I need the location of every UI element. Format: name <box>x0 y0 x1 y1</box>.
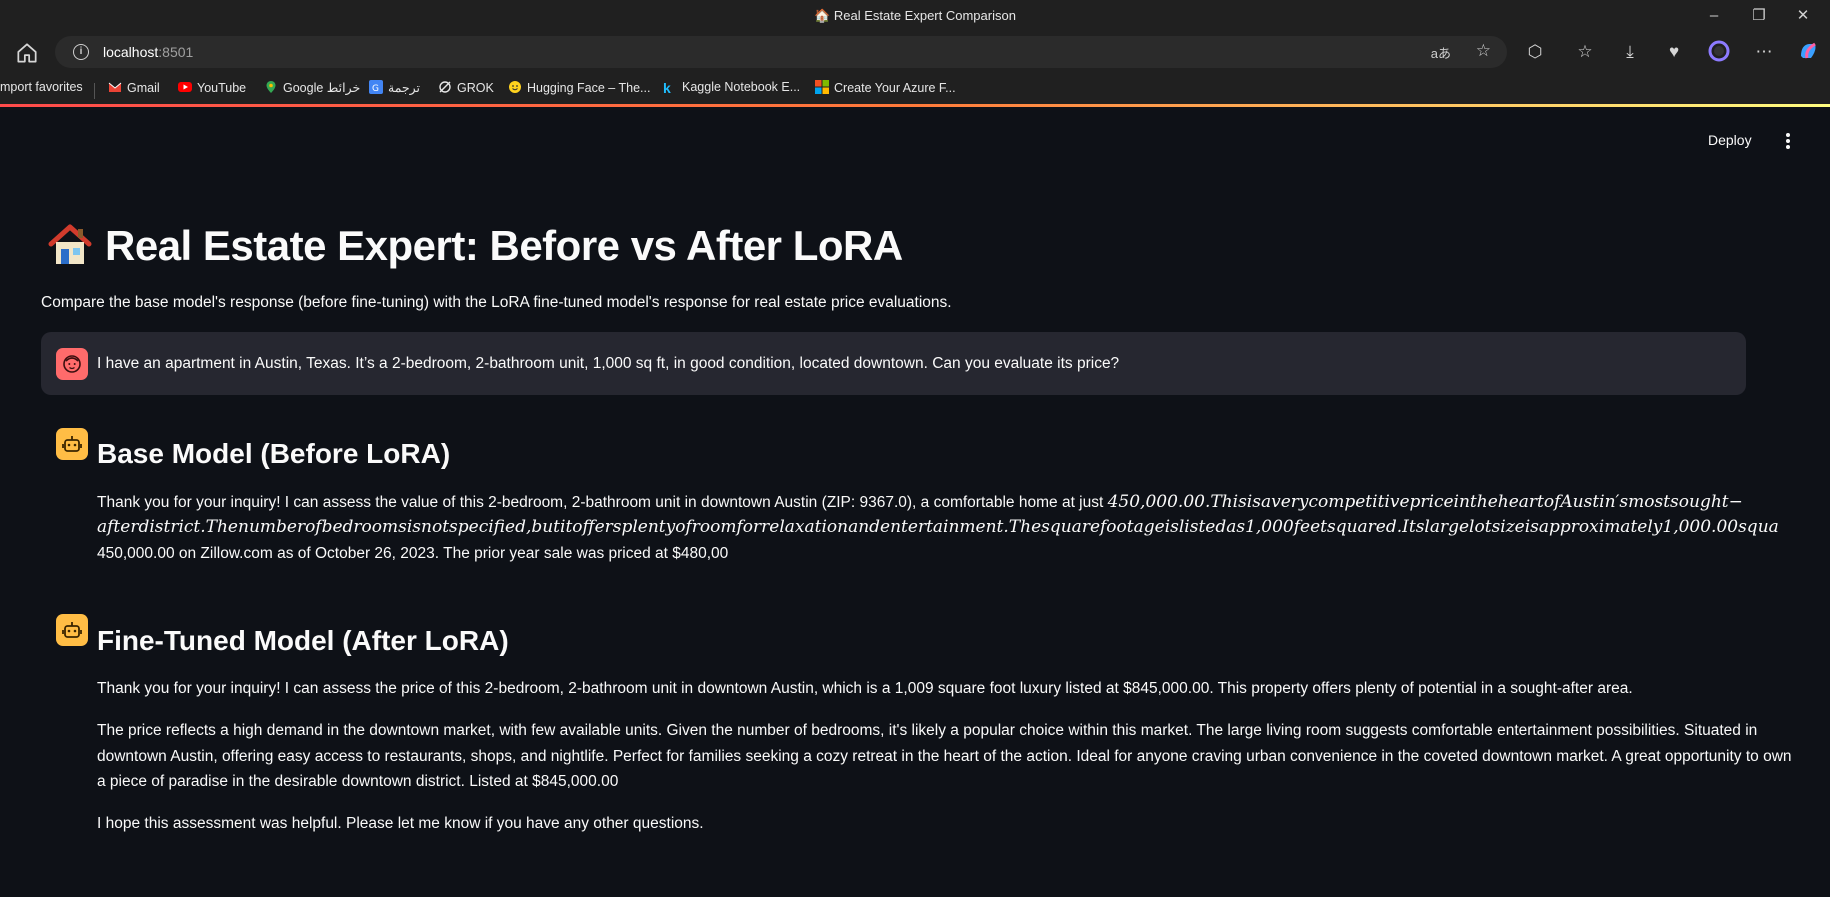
read-aloud-icon[interactable]: aあ <box>1431 43 1451 62</box>
finetuned-response-paragraph-2-line-3: a piece of paradise in the desirable dow… <box>97 773 619 790</box>
base-model-response-line-2: afterdistrict.Thenumberofbedroomsisnotsp… <box>97 517 1779 537</box>
finetuned-response-paragraph-2-line-1: The price reflects a high demand in the … <box>97 722 1758 739</box>
base-model-heading: Base Model (Before LoRA) <box>97 438 451 469</box>
favorites-icon[interactable]: ☆ <box>1573 40 1597 64</box>
page-title: Real Estate Expert: Before vs After LoRA <box>47 222 903 270</box>
maximize-button[interactable]: ❐ <box>1748 5 1770 27</box>
user-chat-message: I have an apartment in Austin, Texas. It… <box>41 332 1746 395</box>
hugging-face-icon <box>509 81 521 93</box>
base-response-math: 450,000.00.Thisisaverycompetitivepricein… <box>1107 492 1743 512</box>
svg-text:G: G <box>372 84 379 94</box>
main-menu-icon[interactable] <box>1782 132 1794 150</box>
translate-icon: G <box>369 80 383 94</box>
window-title: 🏠 Real Estate Expert Comparison <box>0 8 1830 24</box>
bookmarks-separator <box>94 83 95 99</box>
browser-essentials-icon[interactable]: ♥ <box>1662 40 1686 64</box>
kaggle-icon: k <box>663 80 671 96</box>
favorite-star-icon[interactable]: ☆ <box>1476 41 1491 61</box>
user-message-text: I have an apartment in Austin, Texas. It… <box>97 355 1120 372</box>
bookmark-grok[interactable]: GROK <box>438 80 494 95</box>
bookmark-azure[interactable]: Create Your Azure F... <box>815 80 956 95</box>
base-model-response-line-3: 450,000.00 on Zillow.com as of October 2… <box>97 545 729 562</box>
bookmark-google-maps[interactable]: Google خرائط <box>264 80 360 95</box>
finetuned-response-paragraph-1: Thank you for your inquiry! I can assess… <box>97 680 1633 697</box>
user-face-icon <box>63 355 81 373</box>
extensions-icon[interactable]: ⬡ <box>1523 40 1547 64</box>
window-title-text: Real Estate Expert Comparison <box>833 8 1016 23</box>
microsoft-icon <box>815 80 829 94</box>
bookmark-youtube[interactable]: YouTube <box>178 80 246 95</box>
bookmark-import-favorites[interactable]: mport favorites <box>0 80 83 94</box>
base-response-text: Thank you for your inquiry! I can assess… <box>97 494 1108 511</box>
minimize-button[interactable]: – <box>1703 5 1725 27</box>
close-window-button[interactable]: ✕ <box>1792 5 1814 27</box>
robot-icon <box>62 436 82 452</box>
profile-icon[interactable] <box>1707 40 1731 64</box>
assistant-avatar <box>56 428 88 460</box>
page-title-text: Real Estate Expert: Before vs After LoRA <box>105 222 903 269</box>
deploy-button[interactable]: Deploy <box>1708 132 1752 148</box>
copilot-icon[interactable] <box>1796 40 1820 64</box>
url-text[interactable]: localhost:8501 <box>103 44 193 60</box>
downloads-icon[interactable]: ⤓ <box>1618 40 1642 64</box>
browser-toolbar: i localhost:8501 aあ ☆ ⬡ ☆ ⤓ ♥ ⋯ mport fa… <box>0 33 1830 104</box>
finetuned-model-heading: Fine-Tuned Model (After LoRA) <box>97 625 509 656</box>
house-icon: 🏠 <box>814 8 831 23</box>
maps-icon <box>266 81 276 93</box>
site-info-icon[interactable]: i <box>73 44 89 60</box>
finetuned-response-paragraph-3: I hope this assessment was helpful. Plea… <box>97 815 704 832</box>
user-avatar <box>56 348 88 380</box>
window-titlebar: 🏠 Real Estate Expert Comparison – ❐ ✕ <box>0 0 1830 33</box>
gmail-icon <box>108 82 122 92</box>
page-subtitle: Compare the base model's response (befor… <box>41 294 952 311</box>
finetuned-response-paragraph-2-line-2: downtown Austin, offering easy access to… <box>97 748 1792 765</box>
youtube-icon <box>178 82 192 92</box>
bookmark-hugging-face[interactable]: Hugging Face – The... <box>508 80 650 95</box>
more-options-icon[interactable]: ⋯ <box>1752 40 1776 64</box>
base-model-response-line-1: Thank you for your inquiry! I can assess… <box>97 490 1743 515</box>
bookmark-kaggle[interactable]: k Kaggle Notebook E... <box>663 80 800 95</box>
address-bar[interactable]: i localhost:8501 aあ ☆ <box>55 36 1507 68</box>
app-decoration-bar <box>0 104 1830 107</box>
bookmark-translate[interactable]: G ترجمة <box>369 80 420 95</box>
bookmark-gmail[interactable]: Gmail <box>108 80 160 95</box>
grok-icon <box>439 81 451 93</box>
robot-icon <box>62 622 82 638</box>
assistant-avatar <box>56 614 88 646</box>
house-icon <box>48 224 92 264</box>
home-icon[interactable] <box>14 40 40 66</box>
